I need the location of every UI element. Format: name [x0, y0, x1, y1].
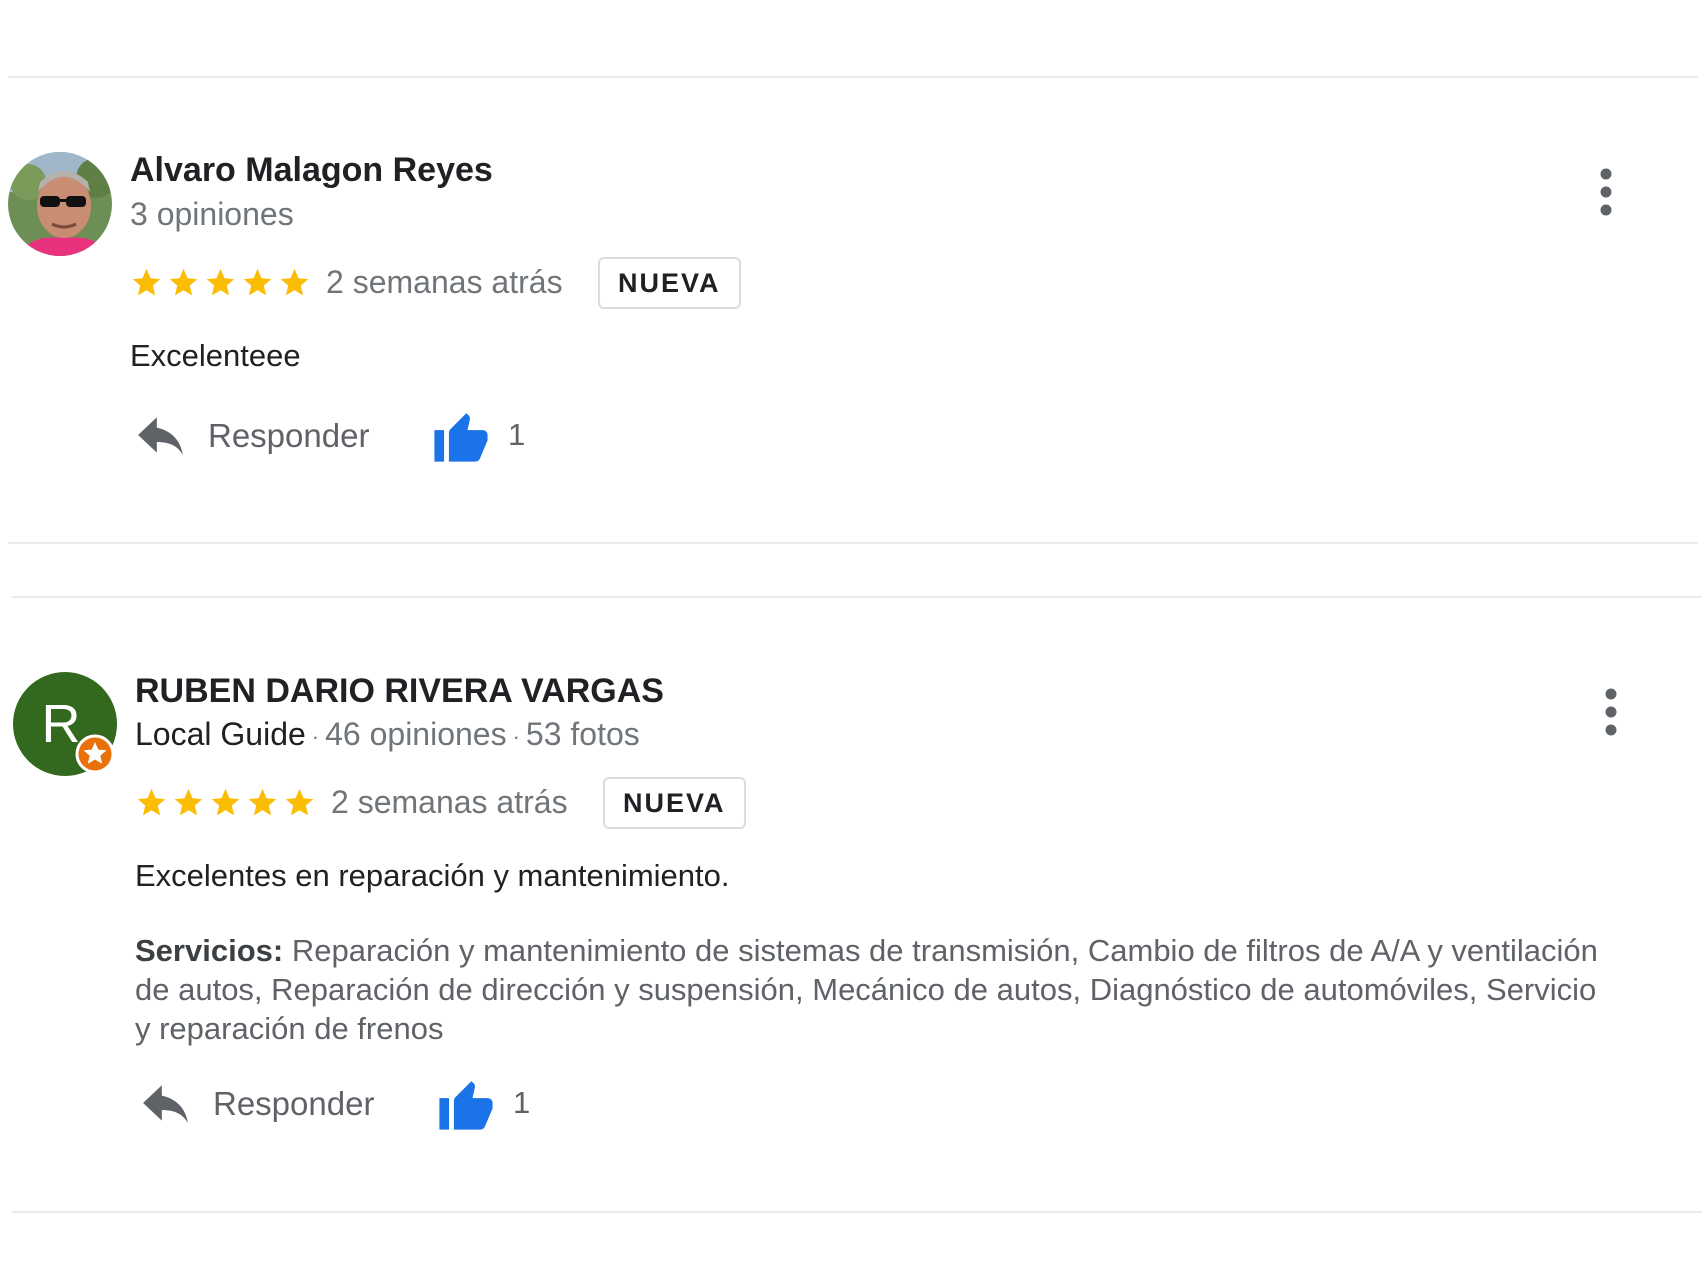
star-icon [248, 788, 277, 816]
local-guide-star-icon [75, 734, 115, 774]
separator: · [512, 723, 520, 749]
more-options-button[interactable] [1601, 688, 1621, 736]
services-label: Servicios: [135, 933, 284, 968]
reviewer-name[interactable]: RUBEN DARIO RIVERA VARGAS [135, 672, 664, 711]
reviews-count: 46 opiniones [325, 716, 507, 752]
star-icon [211, 788, 240, 816]
reply-icon [143, 1085, 188, 1124]
divider [12, 1211, 1702, 1213]
star-icon [174, 788, 203, 816]
photos-count: 53 fotos [525, 716, 640, 752]
reply-label: Responder [213, 1085, 375, 1122]
services-list: Reparación y mantenimiento de sistemas d… [135, 933, 1598, 1046]
star-icon [137, 788, 166, 816]
separator: · [311, 723, 320, 749]
more-vert-icon [1605, 688, 1617, 736]
like-count: 1 [513, 1085, 531, 1120]
thumbs-up-icon [439, 1081, 493, 1130]
star-icon [285, 788, 314, 816]
review-card: R RUBEN DARIO RIVERA VARGAS Local Guide ·… [0, 0, 1707, 1220]
review-time: 2 semanas atrás [331, 784, 568, 820]
avatar[interactable]: R [13, 672, 117, 776]
like-button[interactable]: 1 [437, 1076, 530, 1130]
services-text: Servicios: Reparación y mantenimiento de… [135, 931, 1605, 1048]
reviewer-stats[interactable]: Local Guide · 46 opiniones · 53 fotos [135, 716, 640, 753]
rating-stars [135, 786, 316, 819]
new-badge: NUEVA [603, 777, 746, 829]
review-text: Excelentes en reparación y mantenimiento… [135, 858, 730, 893]
local-guide-label: Local Guide [135, 716, 306, 752]
reply-button[interactable]: Responder [141, 1083, 374, 1125]
